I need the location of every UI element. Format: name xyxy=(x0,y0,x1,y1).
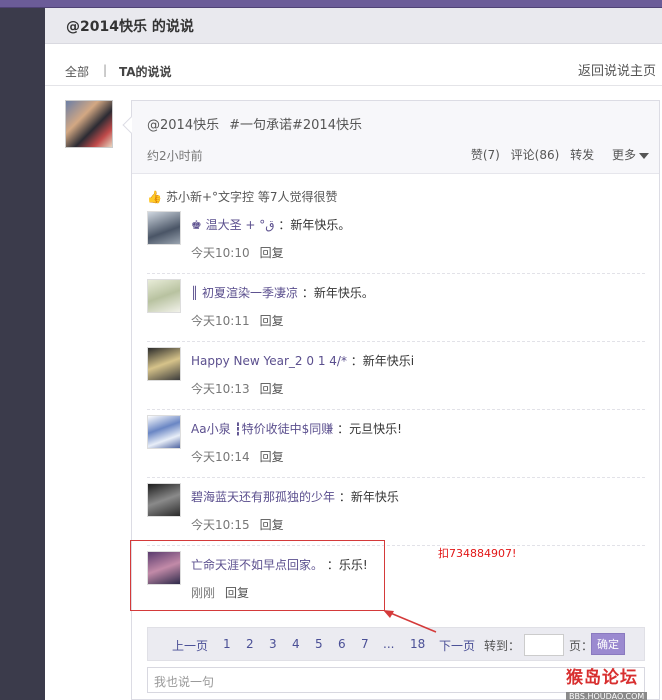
commenter-avatar[interactable] xyxy=(147,483,181,517)
next-page-button[interactable]: 下一页 xyxy=(439,637,475,654)
comment-meta: 今天10:15 回复 xyxy=(191,516,284,533)
comment-item: ♚ 温大圣 + °ق ：新年快乐。 今天10:10 回复 xyxy=(147,206,645,274)
page-header: @2014快乐 的说说 xyxy=(45,8,662,44)
thumbs-up-icon: 👍 xyxy=(147,190,162,204)
commenter-avatar[interactable] xyxy=(147,415,181,449)
nav-bar: 全部 | TA的说说 返回说说主页 xyxy=(45,44,662,86)
post-actions: 赞(7) 评论(86) 转发 更多 xyxy=(464,146,649,163)
comment-meta: 今天10:14 回复 xyxy=(191,448,284,465)
commenter-name[interactable]: Happy New Year_2 0 1 4/* xyxy=(191,354,347,368)
comment-line: ♚ 温大圣 + °ق ：新年快乐。 xyxy=(191,216,350,233)
annotation-text: 扣734884907! xyxy=(438,547,517,560)
post-header: @2014快乐 #一句承诺#2014快乐 约2小时前 赞(7) 评论(86) 转发… xyxy=(132,101,659,174)
annotation-arrow-icon xyxy=(383,610,437,633)
page-link-3[interactable]: 3 xyxy=(269,637,277,651)
comment-meta: 今天10:13 回复 xyxy=(191,380,284,397)
reply-button[interactable]: 回复 xyxy=(260,246,284,260)
comment-time: 今天10:11 xyxy=(191,314,250,328)
post-time: 约2小时前 xyxy=(147,149,203,163)
page-number-input[interactable] xyxy=(524,634,564,656)
comment-text: ：新年快乐i xyxy=(350,354,415,368)
comment-text: ：新年快乐 xyxy=(338,490,399,504)
goto-label: 转到： xyxy=(484,639,521,653)
commenter-avatar[interactable] xyxy=(147,279,181,313)
watermark-url: BBS.HOUDAO.COM xyxy=(566,692,648,700)
nav-ta-posts[interactable]: TA的说说 xyxy=(119,63,172,80)
post-text: #一句承诺#2014快乐 xyxy=(229,118,362,133)
reply-button[interactable]: 回复 xyxy=(260,382,284,396)
watermark-name: 猴岛论坛 xyxy=(566,668,638,688)
commenter-avatar[interactable] xyxy=(147,347,181,381)
comment-meta: 今天10:11 回复 xyxy=(191,312,284,329)
comment-meta: 今天10:10 回复 xyxy=(191,244,284,261)
like-button[interactable]: 赞(7) xyxy=(471,148,500,162)
page-link-6[interactable]: 6 xyxy=(338,637,346,651)
comment-time: 今天10:15 xyxy=(191,518,250,532)
comment-text: ：新年快乐。 xyxy=(278,218,351,232)
page-link-1[interactable]: 1 xyxy=(223,637,231,651)
comment-time: 今天10:13 xyxy=(191,382,250,396)
reply-button[interactable]: 回复 xyxy=(260,314,284,328)
nav-all[interactable]: 全部 xyxy=(65,63,89,80)
share-button[interactable]: 转发 xyxy=(570,148,594,162)
page-unit-label: 页： xyxy=(569,639,594,653)
top-bar xyxy=(0,0,662,8)
commenter-avatar[interactable] xyxy=(147,211,181,245)
comment-text: ：新年快乐。 xyxy=(301,286,374,300)
likes-summary: 👍 苏小新+°文字控 等7人觉得很赞 xyxy=(147,188,337,205)
page-link-5[interactable]: 5 xyxy=(315,637,323,651)
page-ellipsis: ... xyxy=(383,637,395,651)
reply-button[interactable]: 回复 xyxy=(260,518,284,532)
watermark-logo: 猴岛论坛 BBS.HOUDAO.COM xyxy=(566,663,662,700)
annotation-highlight-box xyxy=(130,540,385,611)
commenter-name[interactable]: ║ 初夏渲染一季凄凉 xyxy=(191,286,298,300)
nav-separator: | xyxy=(103,63,108,77)
commenter-name[interactable]: Aa小泉 ┇特价收徒中$同赚 xyxy=(191,422,333,436)
page-link-7[interactable]: 7 xyxy=(361,637,369,651)
comment-text: ：元旦快乐! xyxy=(337,422,402,436)
post-author[interactable]: @2014快乐 xyxy=(147,118,219,133)
comment-time: 今天10:10 xyxy=(191,246,250,260)
more-button[interactable]: 更多 xyxy=(605,148,649,162)
more-label: 更多 xyxy=(611,148,636,162)
comment-line: ║ 初夏渲染一季凄凉 ：新年快乐。 xyxy=(191,284,374,301)
likes-text[interactable]: 苏小新+°文字控 等7人觉得很赞 xyxy=(166,190,338,204)
commenter-name[interactable]: 碧海蓝天还有那孤独的少年 xyxy=(191,490,335,504)
chevron-down-icon xyxy=(639,152,649,159)
comment-item: Aa小泉 ┇特价收徒中$同赚 ：元旦快乐! 今天10:14 回复 xyxy=(147,410,645,478)
page-title: @2014快乐 的说说 xyxy=(66,19,194,35)
confirm-button[interactable]: 确定 xyxy=(591,633,625,655)
page-link-last[interactable]: 18 xyxy=(410,637,425,651)
comment-item: ║ 初夏渲染一季凄凉 ：新年快乐。 今天10:11 回复 xyxy=(147,274,645,342)
comment-item: Happy New Year_2 0 1 4/* ：新年快乐i 今天10:13 回… xyxy=(147,342,645,410)
author-avatar[interactable] xyxy=(65,100,113,148)
prev-page-button[interactable]: 上一页 xyxy=(172,637,208,654)
comment-line: Aa小泉 ┇特价收徒中$同赚 ：元旦快乐! xyxy=(191,420,402,437)
post-content: @2014快乐 #一句承诺#2014快乐 xyxy=(147,114,362,133)
comment-line: 碧海蓝天还有那孤独的少年 ：新年快乐 xyxy=(191,488,399,505)
page-link-2[interactable]: 2 xyxy=(246,637,254,651)
comment-line: Happy New Year_2 0 1 4/* ：新年快乐i xyxy=(191,352,414,369)
comment-button[interactable]: 评论(86) xyxy=(511,148,560,162)
page-link-4[interactable]: 4 xyxy=(292,637,300,651)
commenter-name[interactable]: ♚ 温大圣 + °ق xyxy=(191,218,275,232)
comment-time: 今天10:14 xyxy=(191,450,250,464)
reply-button[interactable]: 回复 xyxy=(260,450,284,464)
back-to-home-link[interactable]: 返回说说主页 xyxy=(578,60,656,79)
comment-item: 碧海蓝天还有那孤独的少年 ：新年快乐 今天10:15 回复 xyxy=(147,478,645,546)
